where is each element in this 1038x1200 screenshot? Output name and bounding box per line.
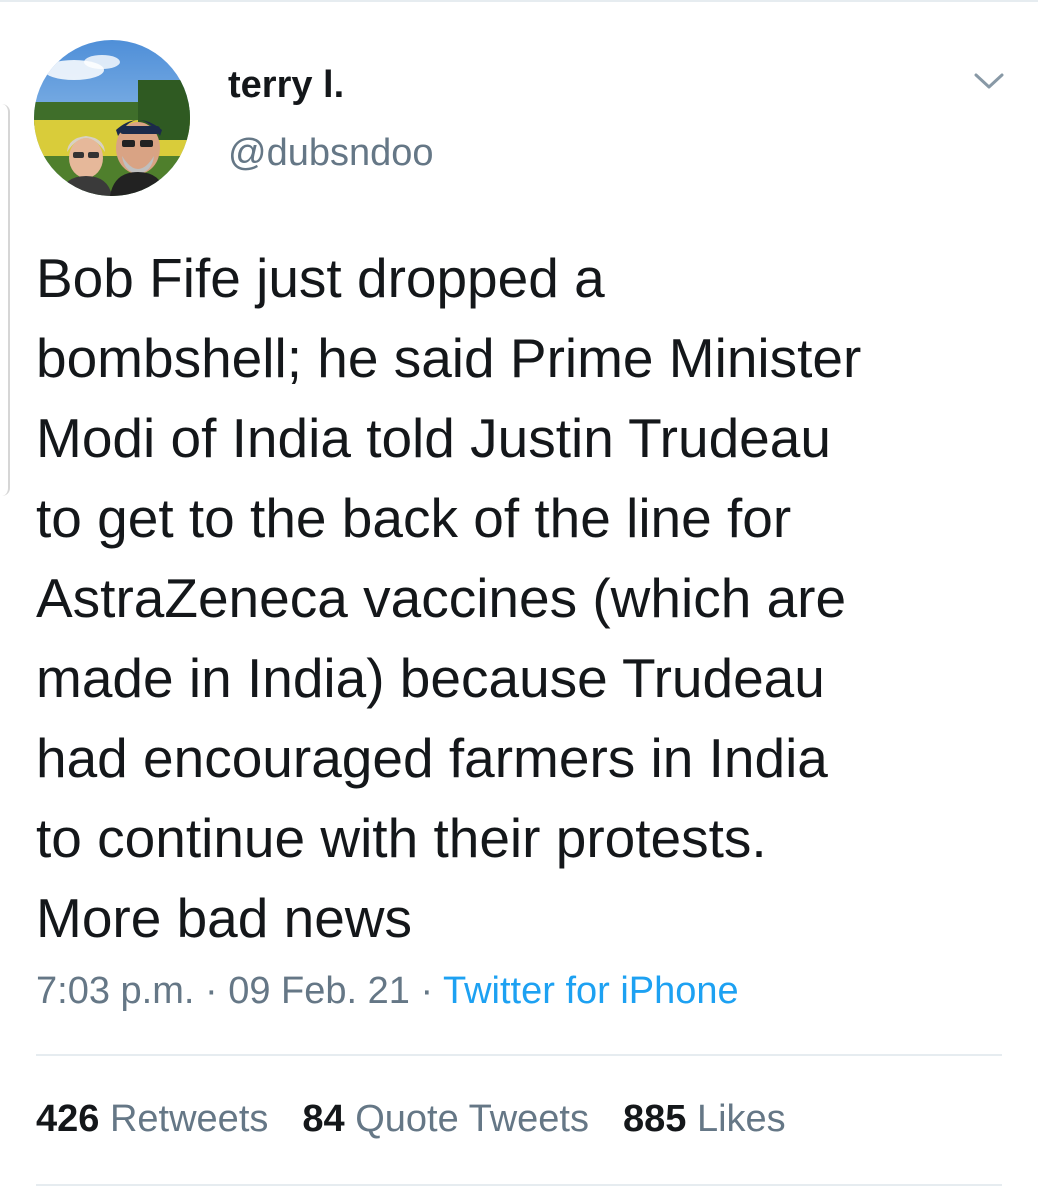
meta-separator: · (420, 970, 434, 1012)
divider (36, 1054, 1002, 1056)
author-handle[interactable]: @dubsndoo (228, 132, 434, 175)
likes-count: 885 (623, 1098, 687, 1140)
divider (36, 1184, 1002, 1186)
meta-separator: · (204, 970, 218, 1012)
retweets-count: 426 (36, 1098, 100, 1140)
top-divider (0, 0, 1038, 2)
retweets-label: Retweets (109, 1098, 269, 1140)
tweet-time: 7:03 p.m. (36, 970, 195, 1012)
chevron-down-icon[interactable] (972, 66, 1006, 96)
tweet-date: 09 Feb. 21 (228, 970, 410, 1012)
scroll-edge (0, 104, 10, 496)
likes-stat[interactable]: 885 Likes (623, 1098, 786, 1140)
retweets-stat[interactable]: 426 Retweets (36, 1098, 268, 1140)
tweet-text: Bob Fife just dropped a bombshell; he sa… (36, 247, 862, 949)
quote-tweets-label: Quote Tweets (355, 1098, 589, 1140)
avatar[interactable] (34, 40, 190, 196)
quote-tweets-count: 84 (302, 1098, 345, 1140)
author-display-name[interactable]: terry l. (228, 64, 344, 107)
quote-tweets-stat[interactable]: 84 Quote Tweets (302, 1098, 589, 1140)
likes-label: Likes (696, 1098, 786, 1140)
tweet-source-link[interactable]: Twitter for iPhone (443, 970, 739, 1012)
tweet-metadata: 7:03 p.m. · 09 Feb. 21 · Twitter for iPh… (36, 970, 739, 1013)
tweet-stats: 426 Retweets 84 Quote Tweets 885 Likes (36, 1098, 820, 1141)
